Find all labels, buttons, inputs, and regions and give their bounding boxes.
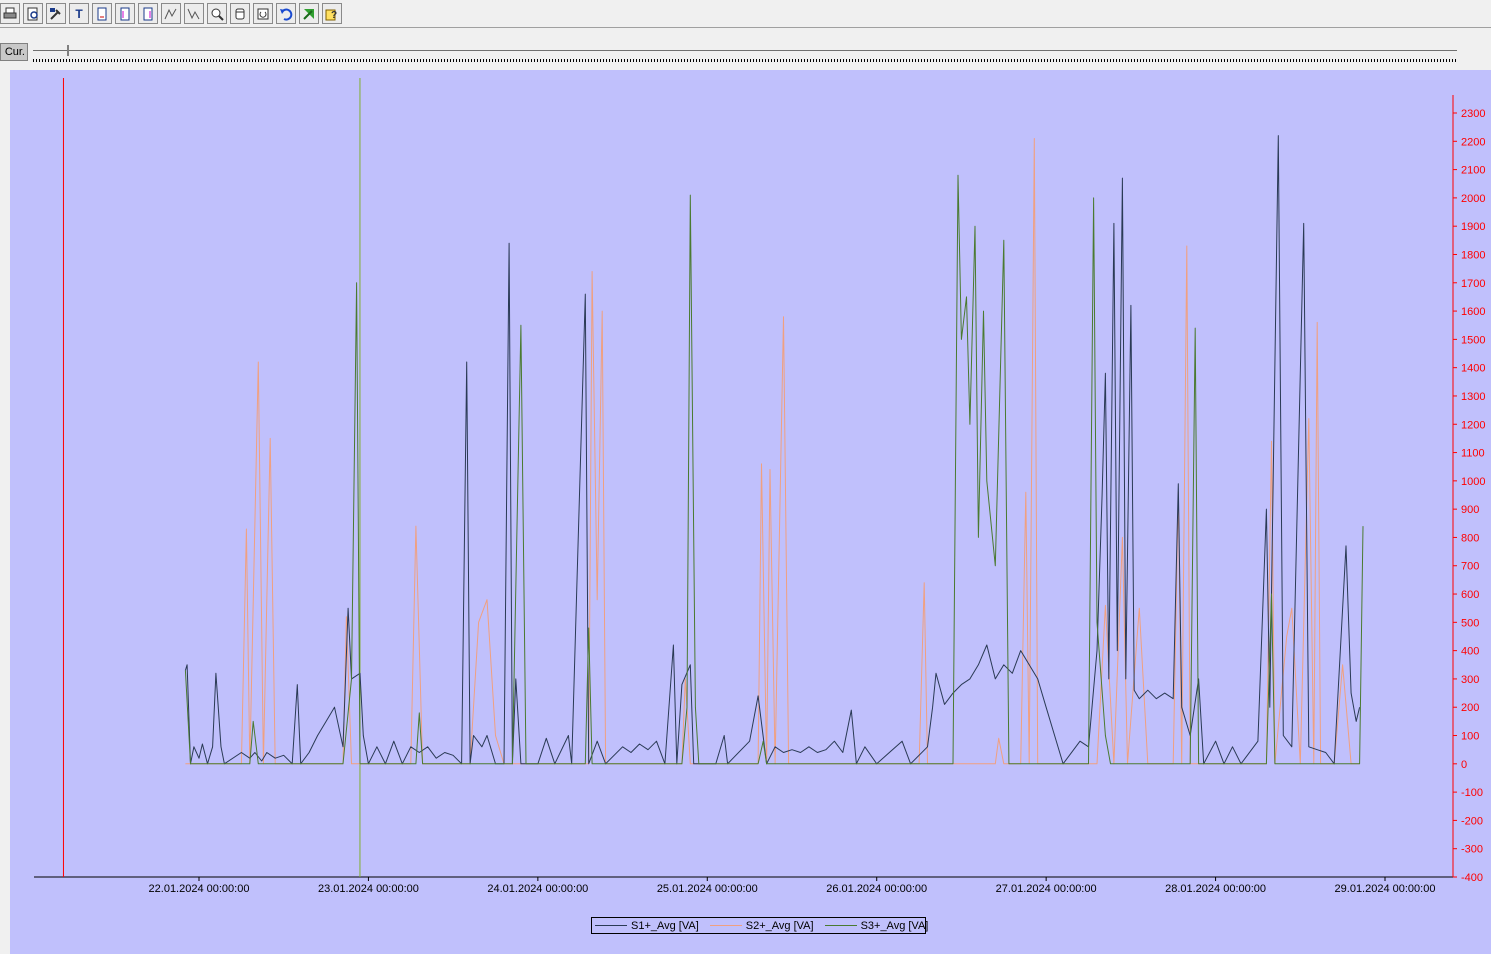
legend-label: S1+_Avg [VA] bbox=[631, 919, 699, 932]
y-tick-label: 1100 bbox=[1461, 448, 1485, 460]
undo-icon bbox=[279, 7, 293, 21]
page-icon-1-button[interactable] bbox=[92, 3, 112, 24]
x-tick-label: 27.01.2024 00:00:00 bbox=[996, 883, 1097, 895]
zoom-button[interactable] bbox=[207, 3, 227, 24]
x-tick-label: 28.01.2024 00:00:00 bbox=[1165, 883, 1266, 895]
y-tick-label: 600 bbox=[1461, 589, 1479, 601]
y-tick-label: 1800 bbox=[1461, 249, 1485, 261]
text-button[interactable]: T bbox=[69, 3, 89, 24]
y-tick-label: 500 bbox=[1461, 617, 1479, 629]
y-tick-label: 100 bbox=[1461, 731, 1479, 743]
zoom-icon bbox=[210, 7, 224, 21]
y-tick-label: -100 bbox=[1461, 787, 1483, 799]
series-line-1 bbox=[184, 135, 1361, 765]
page-icon-1 bbox=[95, 7, 109, 21]
y-tick-label: 1700 bbox=[1461, 278, 1485, 290]
settings-button[interactable] bbox=[46, 3, 66, 24]
toolbar: T? bbox=[0, 0, 1491, 28]
legend-label: S3+_Avg [VA] bbox=[860, 919, 929, 932]
peak-max-icon bbox=[164, 7, 178, 21]
refresh-icon bbox=[256, 7, 270, 21]
cursor-slider-thumb[interactable] bbox=[67, 45, 69, 56]
undo-button[interactable] bbox=[276, 3, 296, 24]
y-tick-label: 1500 bbox=[1461, 334, 1485, 346]
y-tick-label: 800 bbox=[1461, 532, 1479, 544]
page-icon-3-button[interactable] bbox=[138, 3, 158, 24]
refresh-button[interactable] bbox=[253, 3, 273, 24]
legend-item: S3+_Avg [VA] bbox=[824, 919, 929, 932]
cursor-slider-row: Cur. 1 bbox=[0, 28, 1491, 70]
cursor-slider-ticks bbox=[33, 59, 1457, 62]
page-icon-2-button[interactable] bbox=[115, 3, 135, 24]
y-tick-label: 1600 bbox=[1461, 306, 1485, 318]
y-tick-label: 1400 bbox=[1461, 363, 1485, 375]
legend-swatch bbox=[595, 925, 627, 926]
y-tick-label: 300 bbox=[1461, 674, 1479, 686]
y-tick-label: 900 bbox=[1461, 504, 1479, 516]
y-tick-label: 1000 bbox=[1461, 476, 1485, 488]
database-icon bbox=[233, 7, 247, 21]
settings-icon bbox=[49, 7, 63, 21]
x-tick-label: 29.01.2024 00:00:00 bbox=[1335, 883, 1436, 895]
y-tick-label: 400 bbox=[1461, 646, 1479, 658]
y-tick-label: 2300 bbox=[1461, 108, 1485, 120]
print-preview-icon bbox=[26, 7, 40, 21]
y-tick-label: 700 bbox=[1461, 561, 1479, 573]
y-tick-label: 1900 bbox=[1461, 221, 1485, 233]
help-icon: ? bbox=[325, 7, 339, 21]
plot-area[interactable]: 22.01.2024 00:00:00 23.01.2024 00:00:00 24… bbox=[10, 70, 1491, 954]
chart[interactable]: 22.01.2024 00:00:00 23.01.2024 00:00:00 24… bbox=[10, 70, 1491, 954]
x-tick-label: 23.01.2024 00:00:00 bbox=[318, 883, 419, 895]
legend-swatch bbox=[709, 925, 742, 926]
y-tick-label: -400 bbox=[1461, 872, 1483, 884]
y-tick-label: 2100 bbox=[1461, 165, 1485, 177]
y-tick-label: 1200 bbox=[1461, 419, 1485, 431]
svg-text:?: ? bbox=[331, 10, 337, 21]
x-tick-label: 22.01.2024 00:00:00 bbox=[149, 883, 250, 895]
print-preview-button[interactable] bbox=[23, 3, 43, 24]
y-tick-label: -300 bbox=[1461, 844, 1483, 856]
y-tick-label: 0 bbox=[1461, 759, 1467, 771]
peak-max-button[interactable] bbox=[161, 3, 181, 24]
page-icon-3 bbox=[141, 7, 155, 21]
export-arrow-button[interactable] bbox=[299, 3, 319, 24]
help-button[interactable]: ? bbox=[322, 3, 342, 24]
legend-swatch bbox=[824, 925, 857, 926]
legend-item: S2+_Avg [VA] bbox=[709, 919, 814, 932]
legend-label: S2+_Avg [VA] bbox=[745, 919, 814, 932]
y-tick-label: 1300 bbox=[1461, 391, 1485, 403]
series-line-2 bbox=[185, 138, 1360, 765]
cursor-slider-track[interactable] bbox=[33, 50, 1457, 51]
x-tick-label: 25.01.2024 00:00:00 bbox=[657, 883, 758, 895]
x-tick-label: 26.01.2024 00:00:00 bbox=[826, 883, 927, 895]
x-tick-label: 24.01.2024 00:00:00 bbox=[487, 883, 588, 895]
legend-item: S1+_Avg [VA] bbox=[595, 920, 699, 932]
export-arrow-icon bbox=[302, 7, 316, 21]
print-icon bbox=[3, 7, 17, 21]
y-tick-label: 200 bbox=[1461, 702, 1479, 714]
page-icon-2 bbox=[118, 7, 132, 21]
y-tick-label: 2000 bbox=[1461, 193, 1485, 205]
peak-min-icon bbox=[187, 7, 201, 21]
legend: S1+_Avg [VA] S2+_Avg [VA] S3+_Avg [VA] bbox=[591, 917, 929, 934]
text-icon: T bbox=[75, 6, 83, 21]
cursor-tab[interactable]: Cur. 1 bbox=[0, 43, 28, 61]
y-tick-label: 2200 bbox=[1461, 136, 1485, 148]
print-button[interactable] bbox=[0, 3, 20, 24]
y-tick-label: -200 bbox=[1461, 815, 1483, 827]
peak-min-button[interactable] bbox=[184, 3, 204, 24]
database-button[interactable] bbox=[230, 3, 250, 24]
